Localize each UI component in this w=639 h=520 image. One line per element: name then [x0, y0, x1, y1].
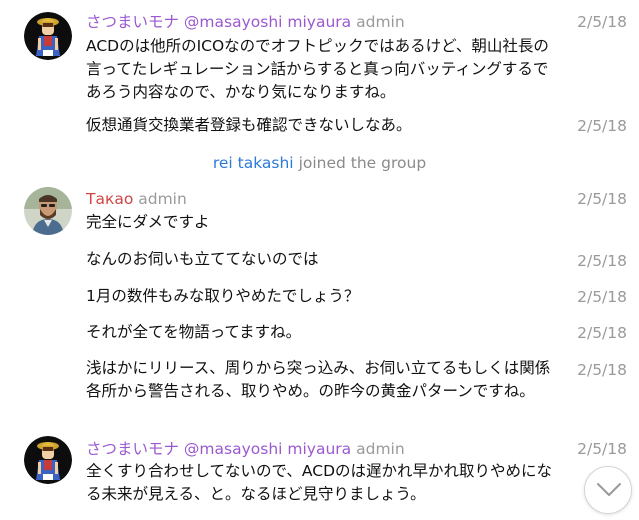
sender-name[interactable]: さつまいモナ @masayoshi miyaura: [86, 440, 351, 458]
avatar-takao[interactable]: [24, 187, 72, 235]
message-text: 全くすり合わせしてないので、ACDのは遅かれ早かれ取りやめになる未来が見える、と…: [86, 462, 553, 503]
message-text: ACDのは他所のICOなのでオフトピックではあるけど、朝山社長の言ってたレギュレ…: [86, 37, 549, 101]
chevron-down-icon: [597, 483, 621, 496]
system-user-link[interactable]: rei takashi: [213, 154, 294, 172]
message-time: 2/5/18: [577, 440, 627, 458]
sender-role: admin: [356, 440, 405, 458]
system-action: joined the group: [298, 154, 427, 172]
message-text: 完全にダメですよ: [86, 213, 210, 231]
message-text: 浅はかにリリース、周りから突っ込み、お伺い立てるもしくは関係各所から警告される、…: [86, 359, 551, 400]
avatar-satsumaimona[interactable]: [24, 436, 72, 484]
sender-role: admin: [138, 190, 187, 208]
message-time: 2/5/18: [577, 252, 627, 270]
message-text: それが全てを物語ってますね。: [86, 323, 302, 341]
avatar-satsumaimona[interactable]: [24, 12, 72, 60]
sender-name[interactable]: Такао: [86, 190, 133, 208]
message-time: 2/5/18: [577, 288, 627, 306]
message-time: 2/5/18: [577, 361, 627, 379]
message-text: なんのお伺いも立ててないのでは: [86, 250, 319, 268]
message-text: 仮想通貨交換業者登録も確認できないしなあ。: [86, 116, 412, 134]
message-text: 1月の数件もみな取りやめたでしょう？: [86, 287, 360, 305]
system-join-notice: rei takashi joined the group: [0, 152, 639, 174]
sender-role: admin: [356, 13, 405, 31]
message-time: 2/5/18: [577, 117, 627, 135]
message-time: 2/5/18: [577, 190, 627, 208]
message-time: 2/5/18: [577, 13, 627, 31]
scroll-to-bottom-button[interactable]: [584, 466, 632, 514]
message-time: 2/5/18: [577, 324, 627, 342]
sender-name[interactable]: さつまいモナ @masayoshi miyaura: [86, 13, 351, 31]
